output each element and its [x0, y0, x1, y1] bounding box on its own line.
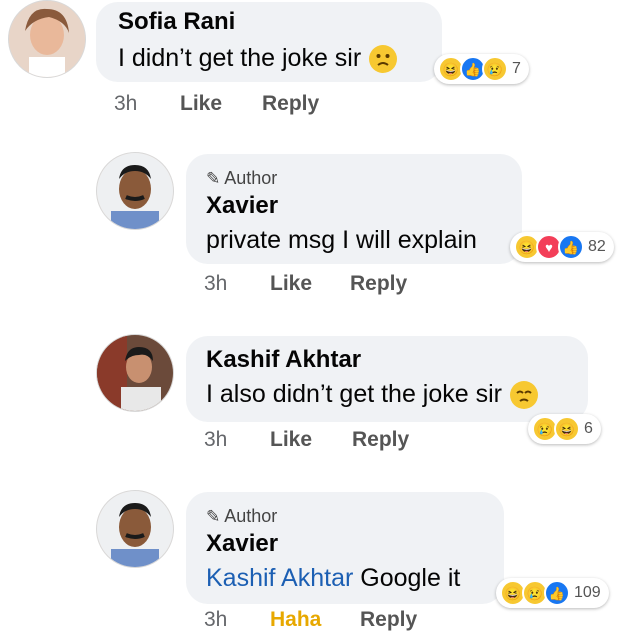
- avatar[interactable]: [8, 0, 86, 78]
- comment-text-body: I also didn’t get the joke sir: [206, 380, 502, 408]
- comment-time[interactable]: 3h: [204, 608, 227, 632]
- author-badge: ✎ Author: [206, 506, 277, 527]
- reply-button[interactable]: Reply: [352, 428, 409, 452]
- comment-text-body: I didn’t get the joke sir: [118, 44, 362, 72]
- avatar[interactable]: [96, 334, 174, 412]
- commenter-name[interactable]: Sofia Rani: [118, 8, 235, 36]
- author-badge: ✎ Author: [206, 168, 277, 189]
- like-button[interactable]: Like: [180, 92, 222, 116]
- reaction-summary[interactable]: 😆 😢 👍 109: [496, 578, 609, 608]
- comment-text: I also didn’t get the joke sir: [206, 380, 538, 410]
- relieved-emoji-icon: [510, 381, 538, 410]
- reaction-summary[interactable]: 😢 😆 6: [528, 414, 601, 444]
- pencil-icon: ✎: [206, 507, 221, 526]
- commenter-name[interactable]: Xavier: [206, 192, 278, 220]
- comment-text: Kashif Akhtar Google it: [206, 564, 460, 593]
- frown-emoji-icon: [369, 45, 398, 74]
- comment-time[interactable]: 3h: [204, 272, 227, 296]
- like-reaction-icon: 👍: [558, 234, 584, 260]
- mention-link[interactable]: Kashif Akhtar: [206, 564, 353, 592]
- like-button[interactable]: Like: [270, 272, 312, 296]
- reaction-summary[interactable]: 😆 ♥ 👍 82: [510, 232, 614, 262]
- author-label: Author: [224, 506, 278, 526]
- author-label: Author: [224, 168, 278, 188]
- reply-button[interactable]: Reply: [262, 92, 319, 116]
- commenter-name[interactable]: Xavier: [206, 530, 278, 558]
- pencil-icon: ✎: [206, 169, 221, 188]
- reply-button[interactable]: Reply: [350, 272, 407, 296]
- comment-text-body: Google it: [360, 564, 461, 592]
- reaction-count: 6: [584, 420, 593, 437]
- avatar[interactable]: [96, 490, 174, 568]
- reaction-count: 7: [512, 60, 521, 77]
- reply-button[interactable]: Reply: [360, 608, 417, 632]
- sad-reaction-icon: 😢: [482, 56, 508, 82]
- comment-text: private msg I will explain: [206, 226, 477, 254]
- haha-reaction-icon: 😆: [554, 416, 580, 442]
- commenter-name[interactable]: Kashif Akhtar: [206, 346, 361, 374]
- avatar[interactable]: [96, 152, 174, 230]
- reaction-count: 82: [588, 238, 606, 255]
- haha-button[interactable]: Haha: [270, 608, 321, 632]
- comment-time[interactable]: 3h: [114, 92, 137, 116]
- reaction-count: 109: [574, 584, 601, 601]
- comment-time[interactable]: 3h: [204, 428, 227, 452]
- like-button[interactable]: Like: [270, 428, 312, 452]
- like-reaction-icon: 👍: [544, 580, 570, 606]
- reaction-summary[interactable]: 😆 👍 😢 7: [434, 54, 529, 84]
- comment-text: I didn’t get the joke sir: [118, 44, 398, 74]
